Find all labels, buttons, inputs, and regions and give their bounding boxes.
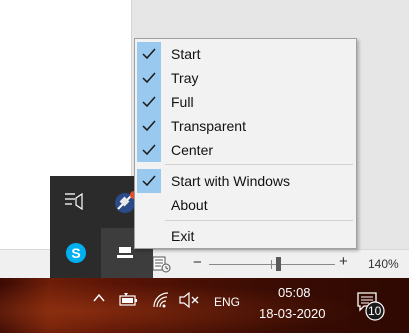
taskbar-wallpaper-glow bbox=[0, 278, 409, 333]
action-center-notifications-icon[interactable]: 10 bbox=[355, 290, 387, 322]
show-hidden-icons-chevron-icon[interactable] bbox=[92, 291, 106, 310]
zoom-slider-center-tick bbox=[271, 260, 272, 269]
menu-item-exit[interactable]: Exit bbox=[136, 224, 355, 248]
check-icon bbox=[137, 138, 161, 162]
check-icon bbox=[137, 42, 161, 66]
check-icon bbox=[137, 169, 161, 193]
menu-item-label: Exit bbox=[171, 228, 195, 244]
wifi-icon[interactable] bbox=[151, 291, 171, 309]
menu-item-label: Start bbox=[171, 46, 201, 62]
zoom-in-button[interactable]: + bbox=[339, 253, 348, 270]
clock-date[interactable]: 18-03-2020 bbox=[259, 306, 326, 321]
menu-item-tray[interactable]: Tray bbox=[136, 66, 355, 90]
input-language-indicator[interactable]: ENG bbox=[214, 295, 240, 309]
menu-item-label: Start with Windows bbox=[171, 173, 291, 189]
skype-icon[interactable]: S bbox=[64, 241, 88, 265]
page-status-icon[interactable] bbox=[152, 255, 172, 273]
menu-item-label: Tray bbox=[171, 70, 199, 86]
check-icon bbox=[137, 114, 161, 138]
menu-item-label: Full bbox=[171, 94, 194, 110]
menu-item-start[interactable]: Start bbox=[136, 42, 355, 66]
menu-item-transparent[interactable]: Transparent bbox=[136, 114, 355, 138]
zoom-out-button[interactable]: − bbox=[193, 254, 202, 271]
menu-item-label: Transparent bbox=[171, 118, 246, 134]
taskview-list-icon[interactable] bbox=[62, 189, 88, 213]
volume-muted-icon[interactable] bbox=[178, 291, 200, 309]
zoom-slider-thumb[interactable] bbox=[276, 257, 281, 271]
zoom-level[interactable]: 140% bbox=[368, 257, 399, 271]
menu-item-label: About bbox=[171, 197, 208, 213]
notification-count-badge: 10 bbox=[368, 304, 382, 318]
svg-text:S: S bbox=[71, 245, 80, 261]
menu-separator bbox=[165, 164, 353, 165]
zoom-slider-track[interactable] bbox=[209, 264, 335, 265]
check-icon bbox=[137, 66, 161, 90]
battery-icon[interactable] bbox=[119, 293, 139, 307]
menu-item-label: Center bbox=[171, 142, 214, 158]
clock-time[interactable]: 05:08 bbox=[278, 285, 311, 300]
check-icon bbox=[137, 90, 161, 114]
menu-item-start-with-windows[interactable]: Start with Windows bbox=[136, 169, 355, 193]
menu-item-about[interactable]: About bbox=[136, 193, 355, 217]
tray-context-menu: Start Tray Full Transparent Center Start… bbox=[134, 38, 357, 249]
menu-item-center[interactable]: Center bbox=[136, 138, 355, 162]
menu-separator bbox=[165, 220, 353, 221]
menu-item-full[interactable]: Full bbox=[136, 90, 355, 114]
